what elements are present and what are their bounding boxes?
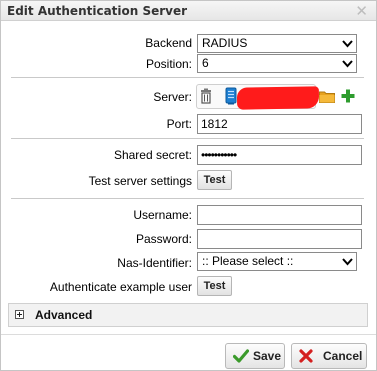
dialog-title: Edit Authentication Server — [7, 4, 188, 18]
password-input[interactable] — [197, 229, 362, 249]
save-label: Save — [253, 349, 282, 363]
port-input[interactable]: 1812 — [197, 114, 362, 134]
close-icon[interactable]: ✕ — [355, 2, 368, 20]
x-icon — [299, 349, 313, 363]
shared-secret-label: Shared secret: — [113, 148, 192, 162]
backend-label: Backend — [145, 36, 192, 50]
port-label: Port: — [166, 117, 192, 131]
advanced-label: Advanced — [35, 308, 93, 322]
authenticate-test-button[interactable]: Test — [197, 276, 232, 296]
separator — [11, 138, 364, 139]
authenticate-example-label: Authenticate example user — [49, 280, 192, 294]
chevron-down-icon — [342, 258, 353, 266]
position-value: 6 — [202, 56, 209, 70]
edit-auth-server-dialog: Edit Authentication Server ✕ Backend RAD… — [0, 0, 377, 371]
checkmark-icon — [233, 349, 249, 363]
username-input[interactable] — [197, 205, 362, 225]
test-server-button[interactable]: Test — [197, 170, 232, 190]
server-icon — [225, 87, 237, 105]
chevron-down-icon — [342, 40, 353, 48]
position-select[interactable]: 6 — [197, 54, 357, 73]
nas-identifier-label: Nas-Identifier: — [117, 256, 192, 270]
test-server-label: Test server settings — [88, 174, 192, 188]
cancel-button[interactable]: Cancel — [291, 343, 367, 369]
expand-icon[interactable] — [15, 310, 24, 319]
separator — [11, 77, 364, 78]
server-label: Server: — [153, 90, 192, 104]
chevron-down-icon — [342, 60, 353, 68]
username-label: Username: — [133, 208, 192, 222]
backend-value: RADIUS — [202, 36, 248, 50]
save-button[interactable]: Save — [225, 343, 285, 369]
nas-identifier-value: :: Please select :: — [202, 254, 294, 268]
backend-select[interactable]: RADIUS — [197, 34, 357, 53]
nas-identifier-select[interactable]: :: Please select :: — [197, 252, 357, 271]
dialog-titlebar: Edit Authentication Server ✕ — [1, 1, 376, 21]
cancel-label: Cancel — [323, 349, 363, 363]
advanced-section-header[interactable]: Advanced — [8, 303, 368, 327]
folder-icon[interactable] — [319, 90, 335, 103]
password-label: Password: — [135, 232, 192, 246]
footer-separator — [1, 334, 376, 335]
separator — [11, 198, 364, 199]
shared-secret-input[interactable]: ••••••••••• — [197, 145, 362, 165]
redacted-server-name — [236, 86, 320, 110]
plus-icon[interactable] — [341, 89, 355, 103]
position-label: Position: — [145, 57, 192, 71]
trash-icon[interactable] — [200, 88, 212, 104]
